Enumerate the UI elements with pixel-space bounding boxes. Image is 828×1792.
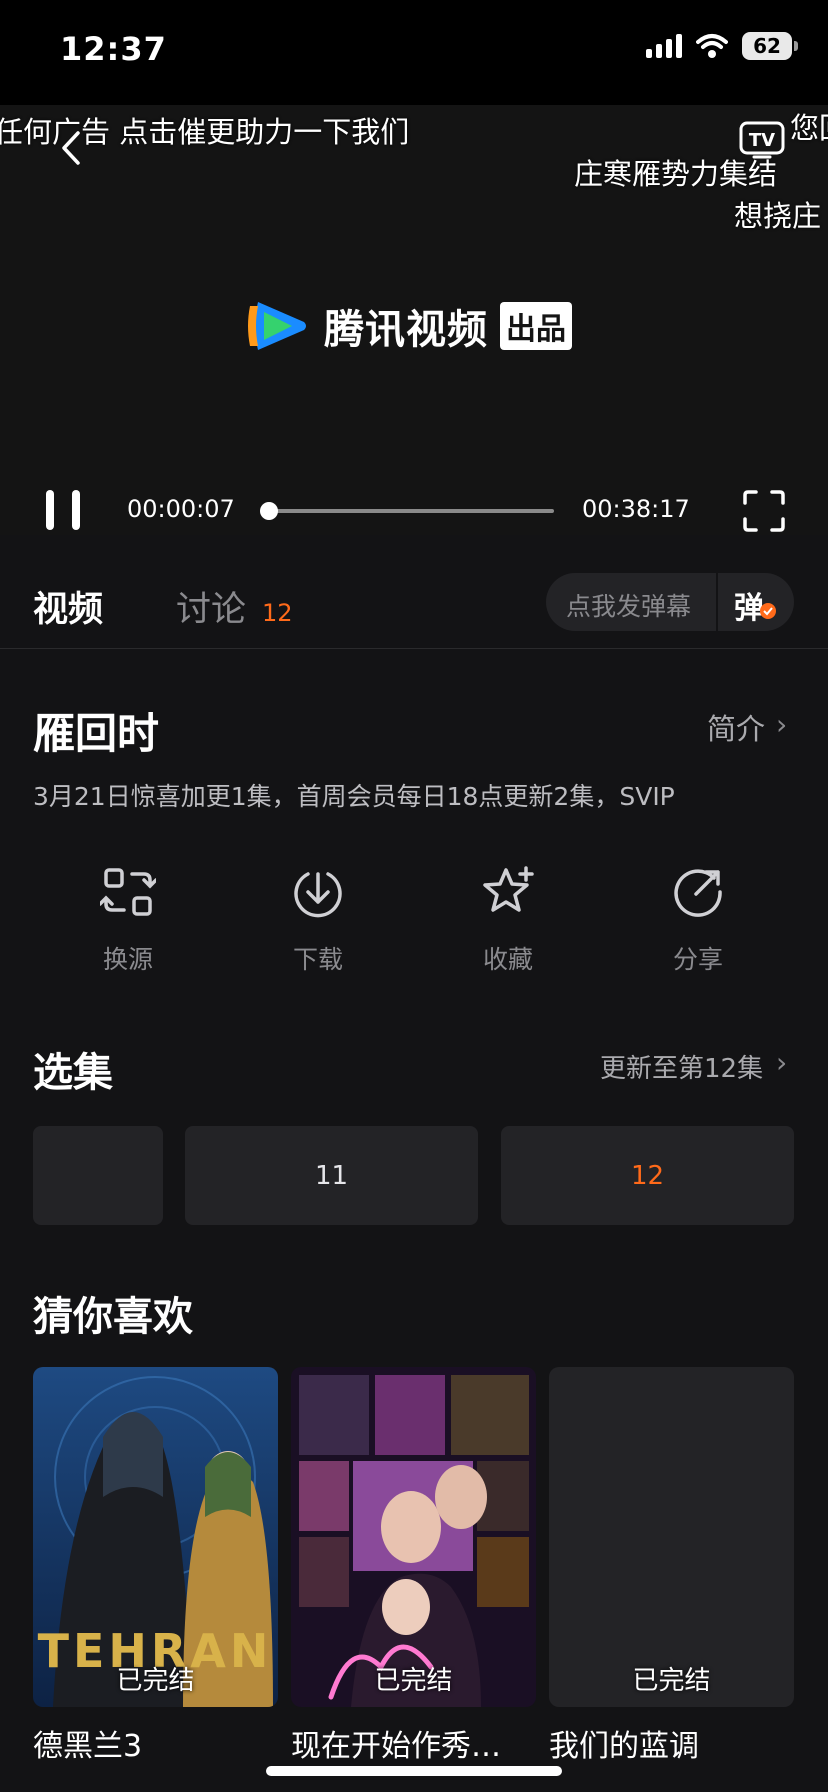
status-indicators: 62: [646, 32, 798, 60]
tab-video[interactable]: 视频: [33, 581, 103, 632]
share-icon: [674, 869, 722, 917]
recommend-card[interactable]: 已完结: [549, 1367, 794, 1707]
tv-cast-icon[interactable]: TV: [738, 119, 786, 159]
episode-item-current[interactable]: 12: [501, 1126, 794, 1225]
action-label: 收藏: [482, 945, 533, 974]
recommend-card[interactable]: 已完结: [291, 1367, 536, 1707]
fullscreen-icon[interactable]: [742, 489, 786, 533]
danmu-divider: [716, 573, 718, 631]
video-player[interactable]: 任何广告 点击催更助力一下我们 您回 庄寒雁势力集结 想挠庄 TV 腾讯视频 出…: [0, 105, 828, 535]
status-badge: 已完结: [116, 1666, 195, 1696]
status-time: 12:37: [60, 30, 167, 68]
wifi-icon: [696, 34, 728, 58]
switch-source-icon: [100, 868, 156, 916]
discuss-count-badge: 12: [262, 599, 293, 627]
recommend-item-title[interactable]: 我们的蓝调: [549, 1721, 699, 1765]
favorite-star-icon: [483, 866, 534, 912]
download-button[interactable]: 下载: [258, 864, 378, 976]
status-bar: 12:37 62: [0, 0, 828, 105]
update-notice: 3月21日惊喜加更1集，首周会员每日18点更新2集，SVIP: [33, 782, 675, 811]
episode-item-partial[interactable]: [33, 1126, 163, 1225]
recommend-card[interactable]: TEHRAN 已完结: [33, 1367, 278, 1707]
danmu-comment: 您回: [790, 111, 828, 145]
action-label: 下载: [292, 945, 343, 974]
battery-icon: 62: [742, 32, 798, 60]
back-icon[interactable]: [52, 123, 92, 173]
danmu-comment: 想挠庄: [734, 199, 822, 233]
episode-item[interactable]: 11: [185, 1126, 478, 1225]
logo-badge: 出品: [500, 302, 572, 350]
chevron-right-icon: ›: [776, 1046, 788, 1079]
recommend-item-title[interactable]: 现在开始作秀…: [291, 1721, 501, 1765]
intro-link[interactable]: 简介: [707, 706, 765, 748]
share-button[interactable]: 分享: [638, 864, 758, 976]
player-controls: 00:00:07 00:38:17: [0, 475, 828, 535]
episodes-title: 选集: [33, 1050, 113, 1096]
status-badge: 已完结: [632, 1666, 711, 1696]
favorite-button[interactable]: 收藏: [448, 864, 568, 976]
switch-source-button[interactable]: 换源: [68, 864, 188, 976]
status-badge: 已完结: [374, 1666, 453, 1696]
tencent-video-logo: 腾讯视频 出品: [246, 297, 572, 355]
current-time: 00:00:07: [127, 495, 235, 523]
chevron-right-icon: ›: [776, 708, 788, 741]
total-time: 00:38:17: [582, 495, 690, 523]
progress-knob[interactable]: [259, 502, 278, 520]
episodes-update-link[interactable]: 更新至第12集: [600, 1048, 763, 1085]
danmu-placeholder: 点我发弹幕: [566, 592, 692, 621]
action-label: 分享: [672, 945, 723, 974]
logo-text: 腾讯视频: [324, 307, 488, 353]
pause-icon[interactable]: [44, 490, 84, 530]
download-icon: [294, 872, 342, 918]
svg-text:TV: TV: [749, 130, 775, 151]
danmu-input[interactable]: 点我发弹幕 弹: [546, 573, 794, 631]
progress-bar[interactable]: [259, 502, 554, 520]
recommend-item-title[interactable]: 德黑兰3: [33, 1721, 142, 1765]
show-poster: [291, 1367, 536, 1707]
show-title: 雁回时: [33, 709, 160, 758]
tencent-video-play-logo-icon: [248, 302, 306, 350]
tab-discuss[interactable]: 讨论: [176, 581, 246, 632]
signal-icon: [646, 34, 682, 58]
home-indicator[interactable]: [266, 1766, 562, 1776]
tehran-poster: TEHRAN: [33, 1367, 278, 1707]
recommend-title: 猜你喜欢: [33, 1294, 193, 1340]
action-label: 换源: [102, 945, 153, 974]
danmu-check-icon: [760, 603, 776, 619]
tab-bar: 视频 讨论 12 点我发弹幕 弹: [0, 559, 828, 649]
